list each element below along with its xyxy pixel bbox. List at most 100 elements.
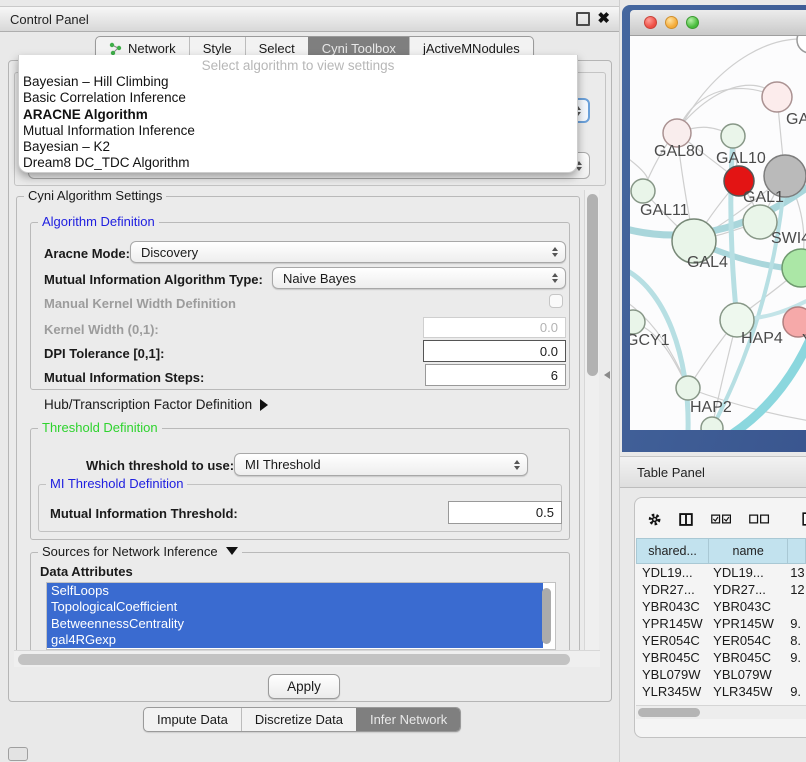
minimized-panel-icon[interactable] [8,747,28,761]
dropdown-item[interactable]: Bayesian – Hill Climbing [19,74,577,90]
zoom-traffic-light-icon[interactable] [686,16,699,29]
table-cell: YLR345W [636,683,709,700]
network-edge[interactable] [643,85,777,191]
select-all-checkboxes-icon[interactable] [711,513,731,525]
table-horizontal-scrollbar[interactable] [636,705,806,719]
mi-threshold-definition-title: MI Threshold Definition [46,476,187,491]
table-row[interactable]: YPR145WYPR145W9. [636,615,806,632]
new-table-icon[interactable] [802,510,806,528]
which-threshold-combo[interactable]: MI Threshold [234,453,528,476]
network-node[interactable] [797,36,806,53]
table-cell: YBL079W [636,666,709,683]
node-label: GAL4 [687,254,728,271]
apply-button[interactable]: Apply [268,674,340,699]
dropdown-item[interactable]: Basic Correlation Inference [19,90,577,106]
network-node[interactable] [630,310,645,334]
tab-label: Infer Network [370,712,447,727]
close-icon[interactable]: ✖ [597,14,610,24]
table-row[interactable]: YBR043CYBR043C [636,598,806,615]
table-row[interactable]: YIL052CYIL052C9. [636,700,806,704]
mi-threshold-field[interactable]: 0.5 [448,501,562,524]
float-window-icon[interactable] [576,12,590,26]
minimize-traffic-light-icon[interactable] [665,16,678,29]
dpi-tolerance-label: DPI Tolerance [0,1]: [44,346,164,361]
tab-label: Cyni Toolbox [322,41,396,56]
attribute-list-item[interactable]: TopologicalCoefficient [47,599,543,615]
network-window-titlebar[interactable] [630,10,806,36]
close-traffic-light-icon[interactable] [644,16,657,29]
tab-label: Network [128,41,176,56]
mi-algorithm-type-value: Naive Bayes [283,271,356,286]
table-column-header[interactable] [788,538,806,564]
dropdown-header: Select algorithm to view settings [19,57,577,74]
node-label: GCY1 [630,332,670,349]
table-body: YDL19...YDL19...13YDR27...YDR27...12YBR0… [636,564,806,704]
tab-discretize-data[interactable]: Discretize Data [241,708,356,731]
attribute-list-item[interactable]: gal4RGexp [47,632,543,648]
table-row[interactable]: YBR045CYBR045C9. [636,649,806,666]
combo-stepper-icon [552,247,558,257]
cyni-algorithm-settings-title: Cyni Algorithm Settings [24,188,166,203]
dropdown-item[interactable]: Bayesian – K2 [19,139,577,155]
node-label: HAP4 [741,330,783,347]
mi-algorithm-type-combo[interactable]: Naive Bayes [272,267,566,289]
table-row[interactable]: YDL19...YDL19...13 [636,564,806,581]
table-row[interactable]: YER054CYER054C8. [636,632,806,649]
hub-definition-toggle[interactable]: Hub/Transcription Factor Definition [44,397,268,412]
network-canvas[interactable]: GAL7GAL80GAL10GAL1GAL11SWI4GAL4GCY1HAP4Y… [630,36,806,430]
data-attributes-list[interactable]: SelfLoopsTopologicalCoefficientBetweenne… [46,582,556,650]
table-cell: YBR045C [709,649,788,666]
network-node[interactable] [676,376,700,400]
table-column-header[interactable]: name [709,538,788,564]
attribute-list-item[interactable]: SelfLoops [47,583,543,599]
kernel-width-field[interactable]: 0.0 [423,317,566,338]
aracne-mode-combo[interactable]: Discovery [130,241,566,263]
gear-icon[interactable] [648,511,661,528]
network-edge[interactable] [726,333,806,430]
table-cell: YPR145W [709,615,788,632]
settings-vertical-scrollbar[interactable] [584,190,599,650]
network-node[interactable] [701,417,723,430]
table-cell: YLR345W [709,683,788,700]
tab-impute-data[interactable]: Impute Data [144,708,241,731]
table-panel-titlebar: Table Panel [620,456,806,488]
splitter-collapse-icon[interactable] [604,371,610,379]
columns-icon[interactable] [679,511,693,528]
settings-horizontal-scrollbar[interactable] [14,650,600,667]
dropdown-item[interactable]: Mutual Information Inference [19,123,577,139]
network-edge[interactable] [630,268,688,430]
mi-steps-label: Mutual Information Steps: [44,370,204,385]
manual-kernel-width-checkbox[interactable] [549,294,563,308]
table-cell: YER054C [636,632,709,649]
network-node[interactable] [762,82,792,112]
table-cell: YBL079W [709,666,788,683]
network-graph: GAL7GAL80GAL10GAL1GAL11SWI4GAL4GCY1HAP4Y… [630,36,806,430]
kernel-width-label: Kernel Width (0,1): [44,322,159,337]
table-header-row: shared...name [636,538,806,564]
tab-label: Impute Data [157,712,228,727]
attribute-list-item[interactable]: BetweennessCentrality [47,616,543,632]
table-column-header[interactable]: shared... [636,538,709,564]
attributes-scrollbar[interactable] [542,588,551,644]
table-row[interactable]: YLR345WYLR345W9. [636,683,806,700]
tab-label: Discretize Data [255,712,343,727]
table-row[interactable]: YDR27...YDR27...12 [636,581,806,598]
dropdown-item[interactable]: ARACNE Algorithm [19,107,577,123]
dpi-tolerance-field[interactable]: 0.0 [423,340,566,362]
dropdown-item[interactable]: Dream8 DC_TDC Algorithm [19,155,577,171]
sources-title[interactable]: Sources for Network Inference [38,544,242,559]
combo-stepper-icon [552,273,558,283]
mi-steps-field[interactable]: 6 [425,364,566,386]
dpi-tolerance-value: 0.0 [540,344,558,359]
aracne-mode-label: Aracne Mode: [44,246,130,261]
table-cell: YDL19... [636,564,709,581]
network-node[interactable] [721,124,745,148]
table-row[interactable]: YBL079WYBL079W [636,666,806,683]
unselect-all-checkboxes-icon[interactable] [749,513,769,525]
hub-definition-label: Hub/Transcription Factor Definition [44,397,252,412]
network-node[interactable] [631,179,655,203]
tab-infer-network[interactable]: Infer Network [356,708,460,731]
table-cell: 12 [788,581,806,598]
node-label: HAP2 [690,399,732,416]
bottom-tabbar: Impute Data Discretize Data Infer Network [143,707,461,732]
